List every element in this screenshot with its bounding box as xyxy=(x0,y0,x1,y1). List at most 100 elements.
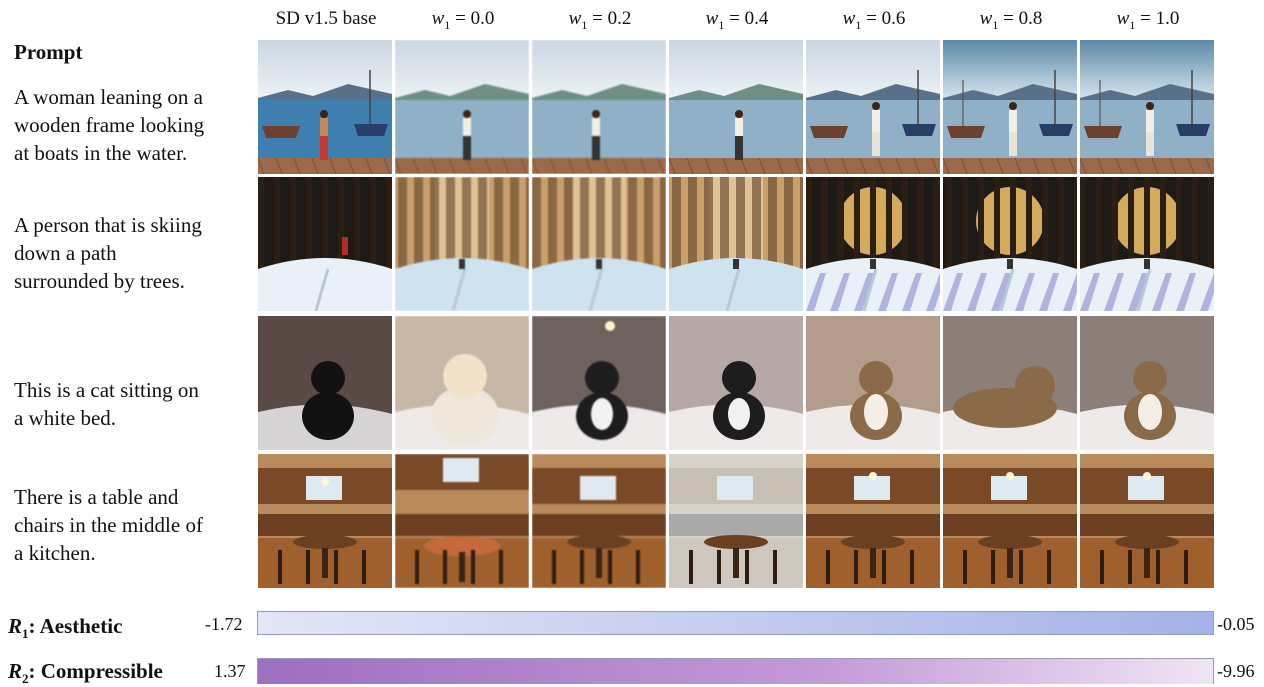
generated-image-ski-col6 xyxy=(943,177,1077,311)
weight-symbol: w xyxy=(431,8,445,29)
generated-image-cat-col6 xyxy=(943,316,1077,450)
prompt-line: down a path xyxy=(14,241,117,265)
weight-symbol: w xyxy=(979,8,993,29)
prompt-line: This is a cat sitting on xyxy=(14,378,199,402)
generated-image-boats-col2 xyxy=(395,40,529,174)
column-header-w-0: w1 = 0.0 xyxy=(431,8,495,32)
generated-image-boats-col5 xyxy=(806,40,940,174)
generated-image-ski-col2 xyxy=(395,177,529,311)
generated-image-kitchen-col7 xyxy=(1080,454,1214,588)
weight-subscript: 1 xyxy=(855,17,862,32)
prompt-line: surrounded by trees. xyxy=(14,269,185,293)
generated-image-boats-col3 xyxy=(532,40,666,174)
weight-symbol: w xyxy=(842,8,856,29)
reward-2-max: -9.96 xyxy=(1217,661,1255,681)
prompt-line: wooden frame looking xyxy=(14,113,205,137)
generated-image-ski-col1 xyxy=(258,177,392,311)
image-illustration xyxy=(669,454,803,588)
image-illustration xyxy=(258,454,392,588)
image-illustration xyxy=(669,40,803,174)
weight-subscript: 1 xyxy=(992,17,999,32)
prompt-line: a white bed. xyxy=(14,406,117,430)
image-illustration xyxy=(395,177,529,311)
column-header-w-10: w1 = 1.0 xyxy=(1116,8,1180,32)
prompt-line: A woman leaning on a xyxy=(14,85,203,109)
generated-image-ski-col3 xyxy=(532,177,666,311)
prompt-row-2: A person that is skiing down a path surr… xyxy=(14,211,250,295)
generated-image-cat-col3 xyxy=(532,316,666,450)
image-illustration xyxy=(395,316,529,450)
column-header-w-02: w1 = 0.2 xyxy=(568,8,632,32)
generated-image-kitchen-col4 xyxy=(669,454,803,588)
reward-2-gradient-bar xyxy=(257,658,1214,684)
generated-image-boats-col7 xyxy=(1080,40,1214,174)
reward-name: : Compressible xyxy=(28,659,163,683)
generated-image-boats-col6 xyxy=(943,40,1077,174)
weight-symbol: w xyxy=(568,8,582,29)
image-illustration xyxy=(258,40,392,174)
prompt-line: chairs in the middle of xyxy=(14,513,203,537)
generated-image-cat-col5 xyxy=(806,316,940,450)
image-illustration xyxy=(806,40,940,174)
prompt-line: There is a table and xyxy=(14,485,179,509)
image-illustration xyxy=(532,316,666,450)
prompt-line: at boats in the water. xyxy=(14,141,188,165)
reward-1-min: -1.72 xyxy=(205,614,243,634)
image-illustration xyxy=(943,177,1077,311)
weight-value: 0.4 xyxy=(744,8,769,29)
generated-image-boats-col4 xyxy=(669,40,803,174)
reward-name: : Aesthetic xyxy=(28,614,123,638)
prompt-line: A person that is skiing xyxy=(14,213,202,237)
prompt-row-1: A woman leaning on a wooden frame lookin… xyxy=(14,83,250,167)
reward-symbol: R xyxy=(8,614,23,638)
image-illustration xyxy=(806,454,940,588)
weight-subscript: 1 xyxy=(1129,17,1136,32)
image-illustration xyxy=(1080,316,1214,450)
generated-image-kitchen-col2 xyxy=(395,454,529,588)
reward-1-max: -0.05 xyxy=(1217,614,1255,634)
column-header-w-04: w1 = 0.4 xyxy=(705,8,769,32)
generated-image-cat-col7 xyxy=(1080,316,1214,450)
generated-image-kitchen-col1 xyxy=(258,454,392,588)
column-header-base: SD v1.5 base xyxy=(258,8,394,30)
reward-1-gradient-bar xyxy=(257,611,1214,635)
image-illustration xyxy=(395,40,529,174)
generated-image-cat-col4 xyxy=(669,316,803,450)
prompt-line: a kitchen. xyxy=(14,541,96,565)
prompt-row-4: There is a table and chairs in the middl… xyxy=(14,483,250,567)
weight-value: 0.8 xyxy=(1018,8,1043,29)
image-illustration xyxy=(1080,454,1214,588)
generated-image-ski-col5 xyxy=(806,177,940,311)
column-header-w-08: w1 = 0.8 xyxy=(979,8,1043,32)
image-illustration xyxy=(258,177,392,311)
weight-symbol: w xyxy=(705,8,719,29)
image-illustration xyxy=(1080,177,1214,311)
generated-image-kitchen-col6 xyxy=(943,454,1077,588)
weight-subscript: 1 xyxy=(444,17,451,32)
generated-image-cat-col2 xyxy=(395,316,529,450)
image-illustration xyxy=(258,316,392,450)
generated-image-cat-col1 xyxy=(258,316,392,450)
image-illustration xyxy=(532,454,666,588)
image-illustration xyxy=(395,454,529,588)
weight-subscript: 1 xyxy=(718,17,725,32)
generated-image-ski-col4 xyxy=(669,177,803,311)
reward-2-min: 1.37 xyxy=(214,661,246,681)
image-illustration xyxy=(806,316,940,450)
image-illustration xyxy=(943,316,1077,450)
image-illustration xyxy=(669,316,803,450)
reward-2-label: R2: Compressible xyxy=(8,659,163,687)
image-illustration xyxy=(943,40,1077,174)
prompt-row-3: This is a cat sitting on a white bed. xyxy=(14,376,250,432)
image-illustration xyxy=(943,454,1077,588)
weight-value: 1.0 xyxy=(1155,8,1180,29)
prompt-header: Prompt xyxy=(14,40,83,64)
column-header-w-06: w1 = 0.6 xyxy=(842,8,906,32)
image-illustration xyxy=(532,40,666,174)
image-illustration xyxy=(1080,40,1214,174)
generated-image-kitchen-col5 xyxy=(806,454,940,588)
image-illustration xyxy=(669,177,803,311)
weight-subscript: 1 xyxy=(581,17,588,32)
reward-symbol: R xyxy=(8,659,23,683)
generated-image-ski-col7 xyxy=(1080,177,1214,311)
